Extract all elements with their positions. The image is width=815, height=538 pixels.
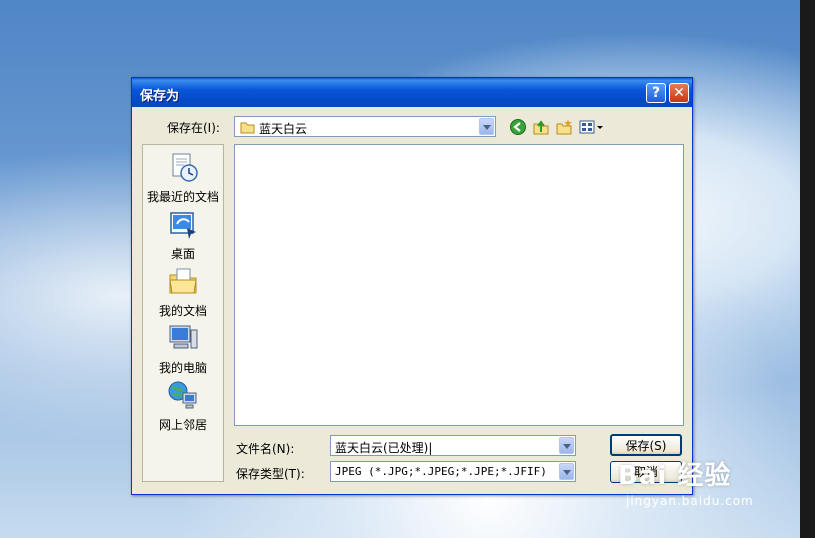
filetype-value: JPEG (*.JPG;*.JPEG;*.JPE;*.JFIF) bbox=[335, 465, 547, 478]
file-list[interactable] bbox=[234, 144, 684, 426]
my-computer-icon bbox=[169, 325, 198, 349]
place-desktop[interactable]: 桌面 bbox=[143, 208, 223, 262]
place-my-documents[interactable]: 我的文档 bbox=[143, 265, 223, 319]
save-in-dropdown[interactable]: 蓝天白云 bbox=[234, 116, 496, 137]
view-menu-icon[interactable] bbox=[579, 118, 605, 136]
filename-label: 文件名(N): bbox=[236, 442, 295, 456]
my-documents-icon bbox=[169, 268, 197, 294]
places-bar: 我最近的文档 桌面 我的文档 我的电脑 网上邻居 bbox=[142, 144, 224, 482]
place-recent-documents[interactable]: 我最近的文档 bbox=[143, 151, 223, 205]
back-icon[interactable] bbox=[509, 118, 527, 136]
recent-documents-icon bbox=[172, 153, 198, 182]
save-in-label: 保存在(I): bbox=[167, 121, 220, 135]
chevron-down-icon[interactable] bbox=[479, 118, 494, 135]
title-bar[interactable]: 保存为 ? ✕ bbox=[132, 78, 692, 107]
filename-value: 蓝天白云(已处理)| bbox=[335, 441, 433, 455]
close-button[interactable]: ✕ bbox=[669, 83, 689, 103]
place-my-computer[interactable]: 我的电脑 bbox=[143, 322, 223, 376]
network-places-icon bbox=[168, 381, 197, 409]
screen-edge bbox=[800, 0, 815, 538]
help-button[interactable]: ? bbox=[646, 83, 666, 103]
chevron-down-icon[interactable] bbox=[559, 463, 574, 480]
desktop-icon bbox=[170, 212, 196, 239]
place-label: 我的电脑 bbox=[158, 361, 207, 375]
baidu-watermark: Bai 经验 jingyan.baidu.com bbox=[618, 455, 754, 508]
save-as-dialog: 保存为 ? ✕ 保存在(I): 蓝天白云 我最近的文档 桌面 我的文档 我的电脑… bbox=[131, 77, 693, 495]
watermark-url: jingyan.baidu.com bbox=[626, 494, 754, 508]
place-label: 桌面 bbox=[170, 247, 195, 261]
save-in-value: 蓝天白云 bbox=[259, 122, 308, 136]
up-folder-icon[interactable] bbox=[532, 118, 550, 136]
place-label: 我的文档 bbox=[158, 304, 207, 318]
filename-input[interactable]: 蓝天白云(已处理)| bbox=[330, 435, 576, 456]
filetype-label: 保存类型(T): bbox=[236, 467, 305, 481]
place-network[interactable]: 网上邻居 bbox=[143, 379, 223, 433]
folder-icon bbox=[240, 122, 255, 134]
new-folder-icon[interactable] bbox=[555, 118, 573, 136]
place-label: 网上邻居 bbox=[158, 418, 207, 432]
place-label: 我最近的文档 bbox=[146, 190, 219, 204]
filetype-dropdown[interactable]: JPEG (*.JPG;*.JPEG;*.JPE;*.JFIF) bbox=[330, 461, 576, 482]
save-button[interactable]: 保存(S) bbox=[610, 434, 682, 456]
dialog-title: 保存为 bbox=[140, 89, 180, 104]
chevron-down-icon[interactable] bbox=[559, 437, 574, 454]
watermark-logo: Bai 经验 bbox=[618, 461, 732, 491]
